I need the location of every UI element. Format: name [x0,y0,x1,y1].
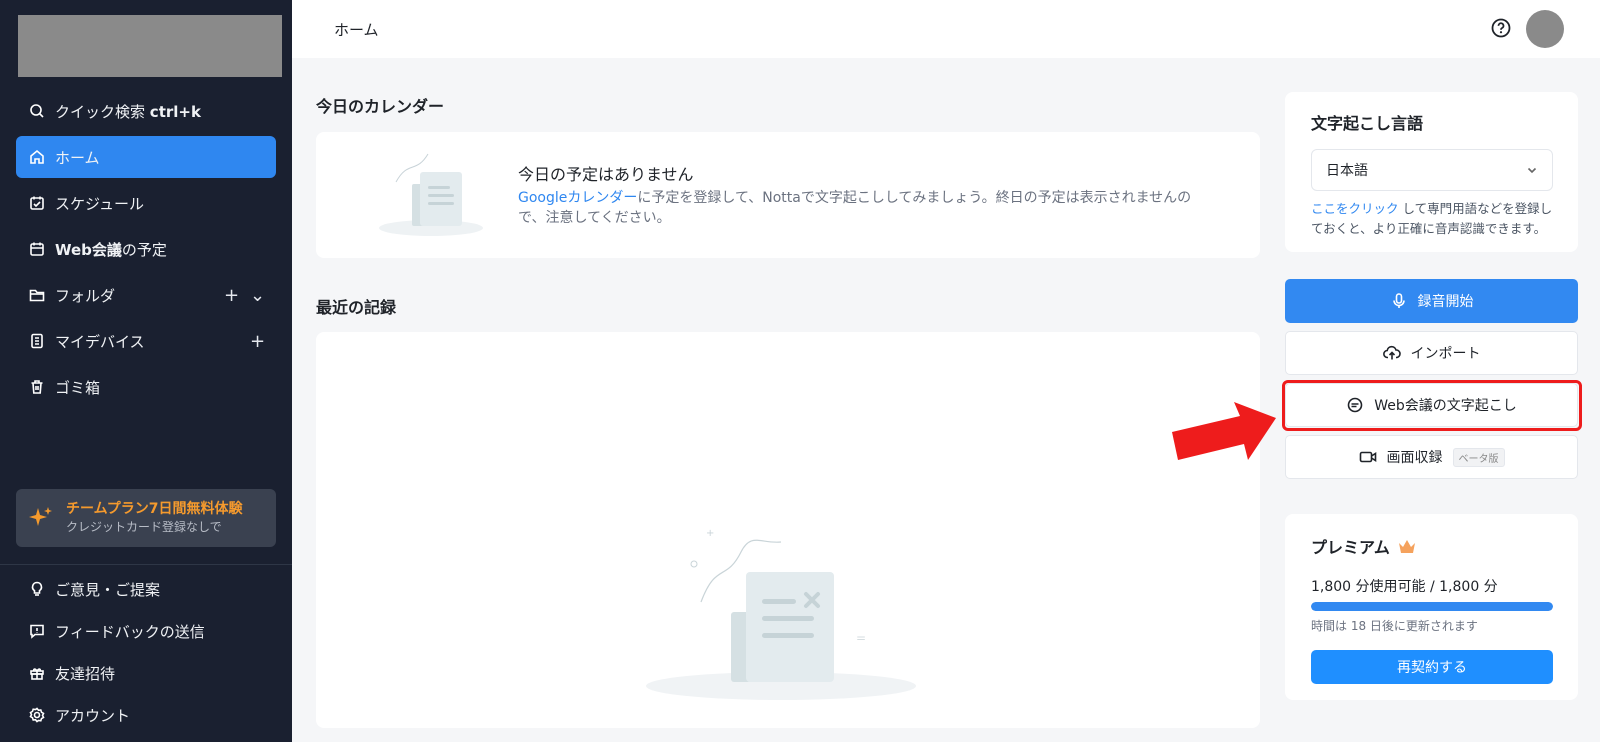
records-section-title: 最近の記録 [316,298,397,317]
calendar-card: 今日の予定はありません Googleカレンダーに予定を登録して、Nottaで文字… [316,132,1260,258]
lightbulb-icon [28,580,46,598]
shortcut-hint: ctrl+k [149,102,201,121]
beta-badge: ベータ版 [1452,447,1505,467]
trash-icon [28,378,46,396]
renewal-note: 時間は 18 日後に更新されます [1311,619,1478,633]
folder-icon [28,286,46,304]
sidebar-item-trash[interactable]: ゴミ箱 [16,366,276,408]
calendar-section-title: 今日のカレンダー [316,97,445,116]
divider [0,564,292,565]
premium-title: プレミアム [1311,538,1390,557]
breadcrumb: ホーム [334,21,379,39]
start-recording-button[interactable]: 録音開始 [1285,279,1578,323]
sidebar-item-send-feedback[interactable]: フィードバックの送信 [16,612,276,650]
search-icon [28,102,46,120]
calendar-check-icon [28,194,46,212]
google-calendar-link[interactable]: Googleカレンダー [518,190,637,206]
sidebar-item-invite-friends[interactable]: 友達招待 [16,654,276,692]
screen-record-label: 画面収録 [1386,450,1443,466]
screen-record-button[interactable]: 画面収録 ベータ版 [1285,435,1578,479]
web-meeting-transcription-button[interactable]: Web会議の文字起こし [1285,383,1578,427]
red-arrow-annotation [1172,402,1276,460]
home-icon [28,148,46,166]
team-plan-trial-banner[interactable]: チームプラン7日間無料体験 クレジットカード登録なしで [16,489,276,547]
gift-icon [28,664,46,682]
sidebar: クイック検索 ctrl+k ホーム スケジュール Web会議の予定 フォルダ +… [0,0,292,742]
sidebar-item-label: アカウント [55,706,131,725]
sidebar-item-schedule[interactable]: スケジュール [16,182,276,224]
sidebar-item-home[interactable]: ホーム [16,136,276,178]
calendar-icon [28,240,46,258]
sidebar-item-label: Web会議 [55,240,122,259]
svg-text:=: = [856,631,866,645]
transcription-language-card: 文字起こし言語 日本語 ここをクリック して専門用語などを登録しておくと、より正… [1285,92,1578,252]
sidebar-item-label: ゴミ箱 [55,378,101,397]
sidebar-item-web-meeting-schedule[interactable]: Web会議の予定 [16,228,276,270]
top-bar: ホーム [292,0,1600,58]
microphone-icon [1392,293,1405,308]
video-camera-icon [1359,451,1376,463]
add-device-button[interactable]: + [250,331,265,352]
web-meeting-label: Web会議の文字起こし [1374,398,1517,414]
usage-progress-bar [1311,602,1553,611]
sidebar-item-my-devices[interactable]: マイデバイス + [16,320,276,362]
help-icon[interactable] [1490,17,1512,39]
chevron-down-icon[interactable]: ⌄ [250,285,265,306]
recent-records-card: + = [316,332,1260,728]
language-select[interactable]: 日本語 [1311,149,1553,191]
avatar[interactable] [1526,10,1564,48]
empty-calendar-illustration [379,153,483,236]
sidebar-item-label: スケジュール [55,194,144,213]
web-meeting-icon [1347,397,1363,413]
svg-text:+: + [706,528,714,539]
start-recording-label: 録音開始 [1417,294,1474,310]
sidebar-item-label: フィードバックの送信 [55,622,205,641]
language-help-text: ここをクリック して専門用語などを登録しておくと、より正確に音声認識できます。 [1311,201,1553,236]
add-folder-button[interactable]: + [224,285,239,306]
sidebar-item-label-suffix: の予定 [121,240,167,259]
custom-vocabulary-link[interactable]: ここをクリック [1311,201,1399,216]
sidebar-item-label: フォルダ [55,286,116,305]
sparkle-icon [29,507,52,526]
empty-calendar-description: Googleカレンダーに予定を登録して、Nottaで文字起こししてみましょう。終… [518,190,1192,226]
device-icon [28,332,46,350]
sidebar-item-folder[interactable]: フォルダ + ⌄ [16,274,276,316]
sidebar-item-label: 友達招待 [55,664,116,683]
sidebar-item-quick-search[interactable]: クイック検索 ctrl+k [16,90,276,132]
usage-progress-fill [1311,602,1553,611]
feedback-icon [28,622,46,640]
empty-records-illustration: + = [646,528,916,700]
empty-calendar-title: 今日の予定はありません [518,165,694,184]
settings-icon [28,706,46,724]
import-label: インポート [1410,346,1481,362]
sidebar-item-label: クイック検索 [55,102,146,121]
crown-icon [1398,540,1415,553]
chevron-down-icon [1527,167,1537,174]
sidebar-item-label: マイデバイス [55,332,145,351]
import-button[interactable]: インポート [1285,331,1578,375]
sidebar-item-account[interactable]: アカウント [16,696,276,734]
promo-subtitle: クレジットカード登録なしで [66,520,222,534]
sidebar-item-suggestions[interactable]: ご意見・ご提案 [16,570,276,608]
cloud-upload-icon [1382,345,1401,360]
renew-button[interactable]: 再契約する [1311,650,1553,684]
logo[interactable] [18,15,282,77]
promo-title: チームプラン7日間無料体験 [66,501,243,517]
premium-usage: 1,800 分使用可能 / 1,800 分 [1311,579,1498,595]
sidebar-nav: クイック検索 ctrl+k ホーム スケジュール Web会議の予定 フォルダ +… [16,90,276,412]
premium-card: プレミアム 1,800 分使用可能 / 1,800 分 時間は 18 日後に更新… [1285,514,1578,700]
sidebar-item-label: ホーム [55,148,100,167]
sidebar-item-label: ご意見・ご提案 [55,580,161,599]
language-select-value: 日本語 [1326,163,1368,179]
sidebar-bottom-nav: ご意見・ご提案 フィードバックの送信 友達招待 アカウント [16,570,276,738]
language-card-title: 文字起こし言語 [1311,114,1424,133]
